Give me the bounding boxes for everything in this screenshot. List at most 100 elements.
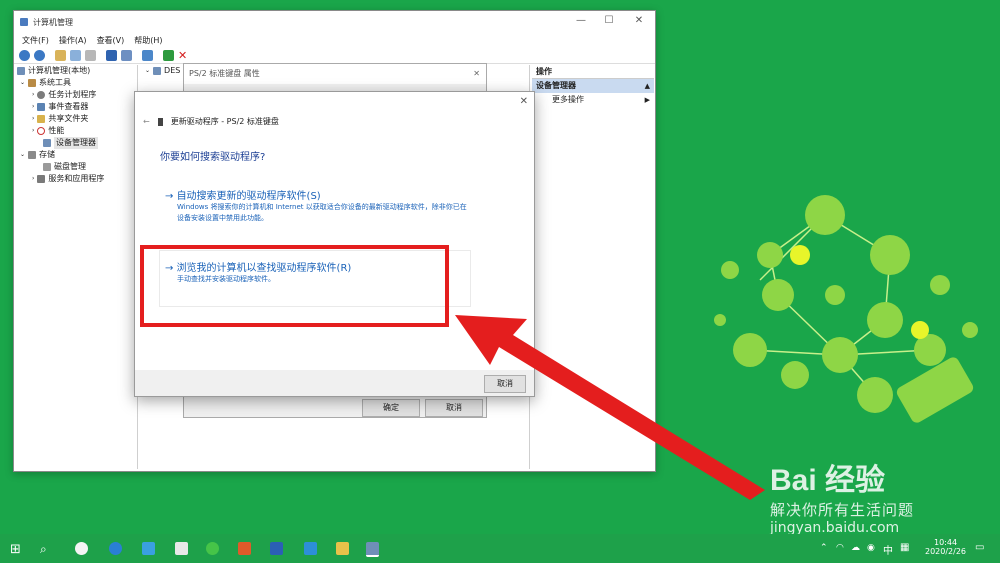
actions-more[interactable]: 更多操作 ▶ (532, 93, 654, 107)
tree-item-shared-folders[interactable]: › 共享文件夹 (14, 113, 137, 125)
wizard-question: 你要如何搜索驱动程序? (160, 152, 266, 163)
expand-icon[interactable]: › (32, 101, 34, 113)
collapse-icon[interactable]: ⌄ (20, 77, 25, 89)
option-auto-search-title: 自动搜索更新的驱动程序软件(S) (176, 191, 321, 202)
submenu-arrow-icon: ▶ (644, 96, 650, 104)
red-arrow-annotation (455, 315, 765, 500)
cloud-icon[interactable]: ☁ (851, 543, 860, 553)
scan-hardware-icon[interactable] (142, 49, 153, 61)
tree-item-disk-management[interactable]: 磁盘管理 (14, 161, 137, 173)
device-root-label: DES (164, 66, 181, 75)
menu-help[interactable]: 帮助(H) (134, 35, 162, 46)
back-arrow-icon[interactable]: ← (143, 117, 150, 126)
tree-item-services-apps[interactable]: › 服务和应用程序 (14, 173, 137, 185)
properties-ok-button[interactable]: 确定 (362, 399, 420, 417)
keyboard-icon[interactable]: ▦ (900, 542, 909, 553)
network-icon[interactable]: ◠ (836, 543, 844, 553)
qq-icon[interactable]: ◉ (867, 543, 875, 553)
watermark-slogan: 解决你所有生活问题 (770, 501, 915, 519)
tree-item-label: 计算机管理(本地) (28, 66, 91, 75)
computer-icon (153, 67, 162, 75)
tree-item-label: 性能 (48, 126, 65, 135)
clock-date: 2020/2/26 (925, 547, 967, 556)
disk-icon (43, 163, 51, 171)
wechat-icon[interactable] (206, 542, 219, 555)
performance-icon (37, 127, 46, 135)
services-icon (37, 175, 46, 183)
clock-icon (37, 91, 46, 99)
help-icon[interactable] (106, 49, 117, 61)
tree-item-task-scheduler[interactable]: › 任务计划程序 (14, 89, 137, 101)
menu-file[interactable]: 文件(F) (22, 35, 49, 46)
computer-management-icon (20, 18, 28, 26)
word-icon[interactable] (270, 542, 283, 555)
expand-icon[interactable]: › (32, 113, 34, 125)
tree-item-label: 系统工具 (39, 78, 72, 87)
storage-icon (28, 151, 37, 159)
update-driver-icon[interactable] (163, 49, 174, 61)
app-blue-icon[interactable] (304, 542, 317, 555)
view-icon[interactable] (121, 49, 132, 61)
expand-icon[interactable]: › (32, 125, 34, 137)
event-viewer-icon (37, 103, 46, 111)
tray-chevron-icon[interactable]: ⌃ (820, 543, 828, 553)
collapse-icon[interactable]: ⌄ (20, 149, 25, 161)
option-auto-search[interactable]: → 自动搜索更新的驱动程序软件(S) Windows 将搜索你的计算机和 Int… (165, 187, 470, 224)
taskbar: ⊞ ⌕ ⌃ ◠ ☁ ◉ 中 ▦ 10:44 2020/2/26 ▭ (0, 534, 1000, 563)
tree-item-label: 任务计划程序 (48, 90, 97, 99)
shared-folder-icon (37, 115, 46, 123)
properties-close-icon[interactable]: ✕ (473, 64, 480, 84)
wizard-close-icon[interactable]: ✕ (520, 96, 528, 107)
app-wps-icon[interactable] (238, 542, 251, 555)
close-button[interactable]: ✕ (632, 15, 646, 29)
app-calendar-icon[interactable] (175, 542, 188, 555)
search-icon[interactable]: ⌕ (40, 542, 47, 557)
tree-item-label: 共享文件夹 (48, 114, 89, 123)
actions-device-manager[interactable]: 设备管理器 ▲ (532, 79, 654, 93)
tree-item-storage[interactable]: ⌄ 存储 (14, 149, 137, 161)
option-auto-search-desc: Windows 将搜索你的计算机和 Internet 以获取适合你设备的最新驱动… (177, 203, 467, 222)
tree-item-system-tools[interactable]: ⌄ 系统工具 (14, 77, 137, 89)
menu-view[interactable]: 查看(V) (97, 35, 125, 46)
tools-icon (28, 79, 37, 87)
collapse-up-icon[interactable]: ▲ (645, 79, 650, 93)
show-hide-tree-icon[interactable] (70, 49, 81, 61)
tree-item-performance[interactable]: › 性能 (14, 125, 137, 137)
start-windows-icon[interactable]: ⊞ (10, 542, 21, 557)
app-bird-icon[interactable] (142, 542, 155, 555)
watermark-brand: Bai 经验 (770, 464, 886, 497)
maximize-button[interactable]: ☐ (602, 15, 616, 29)
menubar: 文件(F) 操作(A) 查看(V) 帮助(H) (14, 33, 655, 47)
computer-management-taskbar-icon[interactable] (366, 542, 379, 557)
notification-icon[interactable]: ▭ (975, 542, 984, 553)
tree-item-label: 事件查看器 (48, 102, 89, 111)
actions-device-manager-label: 设备管理器 (536, 81, 576, 90)
properties-icon[interactable] (85, 49, 96, 61)
toolbar: ✕ (14, 47, 655, 64)
app-pinwheel-icon[interactable] (75, 542, 88, 555)
browser-icon[interactable] (109, 542, 122, 555)
arrow-right-icon: → (165, 191, 177, 202)
wizard-header: ← 更新驱动程序 - PS/2 标准键盘 (143, 116, 279, 127)
tree-item-event-viewer[interactable]: › 事件查看器 (14, 101, 137, 113)
uninstall-device-icon[interactable]: ✕ (178, 49, 187, 62)
back-icon[interactable] (19, 49, 30, 61)
highlight-box (140, 245, 449, 327)
wizard-title: 更新驱动程序 - PS/2 标准键盘 (170, 117, 279, 126)
collapse-icon[interactable]: ⌄ (145, 65, 150, 77)
expand-icon[interactable]: › (32, 173, 34, 185)
ime-indicator[interactable]: 中 (883, 542, 893, 557)
up-folder-icon[interactable] (55, 49, 66, 61)
file-explorer-icon[interactable] (336, 542, 349, 555)
forward-icon[interactable] (34, 49, 45, 61)
minimize-button[interactable]: — (574, 15, 588, 29)
tree-item-root[interactable]: 计算机管理(本地) (14, 65, 137, 77)
expand-icon[interactable]: › (32, 89, 34, 101)
menu-action[interactable]: 操作(A) (59, 35, 87, 46)
tree-item-label: 存储 (39, 150, 56, 159)
device-manager-icon (43, 139, 51, 147)
tree-item-label: 设备管理器 (54, 137, 98, 149)
actions-header: 操作 (532, 65, 654, 79)
clock[interactable]: 10:44 2020/2/26 (925, 538, 966, 556)
tree-item-device-manager[interactable]: 设备管理器 (14, 137, 137, 149)
